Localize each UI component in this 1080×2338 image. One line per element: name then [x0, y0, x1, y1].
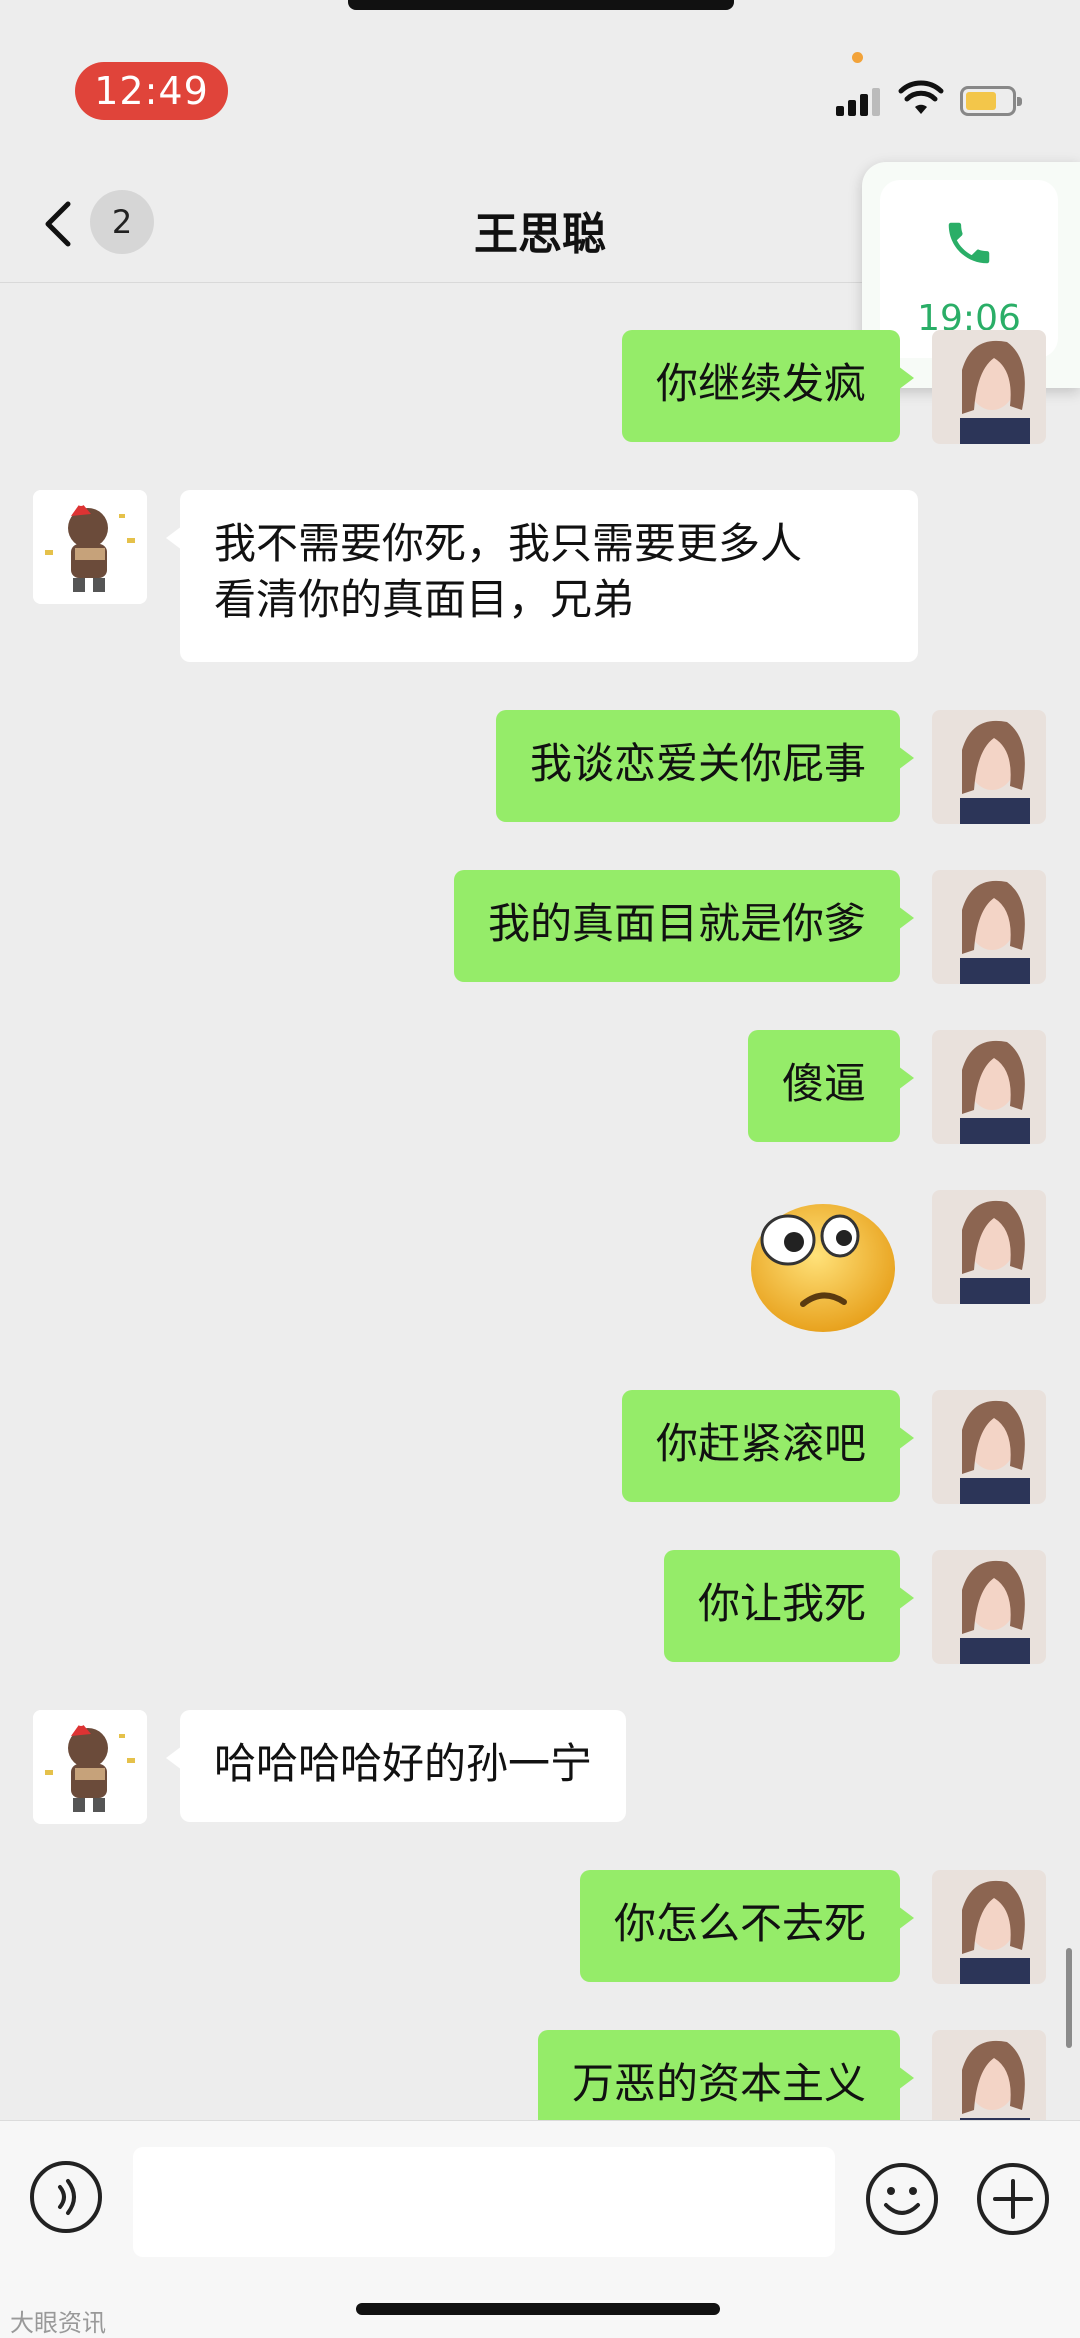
voice-input-icon[interactable]: [30, 2161, 102, 2233]
message-bubble[interactable]: 傻逼: [747, 1030, 915, 1142]
message-bubble[interactable]: 你怎么不去死: [579, 1870, 915, 1982]
message-bubble[interactable]: 我的真面目就是你爹: [453, 870, 915, 982]
contact-avatar[interactable]: [33, 1710, 147, 1824]
message-bubble[interactable]: 你继续发疯: [621, 330, 915, 442]
my-avatar[interactable]: [932, 870, 1046, 984]
cellular-signal-icon: [836, 88, 886, 116]
phone-icon: [948, 222, 990, 264]
my-avatar[interactable]: [932, 2030, 1046, 2120]
message-bubble[interactable]: 哈哈哈哈好的孙一宁: [165, 1710, 627, 1822]
message-bubble[interactable]: 你赶紧滚吧: [621, 1390, 915, 1502]
status-time[interactable]: 12:49: [75, 62, 228, 120]
message-input[interactable]: [133, 2147, 835, 2257]
my-avatar[interactable]: [932, 1030, 1046, 1144]
wifi-icon: [898, 80, 944, 114]
my-avatar[interactable]: [932, 330, 1046, 444]
my-avatar[interactable]: [932, 1190, 1046, 1304]
privacy-indicator-dot: [852, 52, 863, 63]
worried-face-sticker[interactable]: [748, 1196, 898, 1336]
message-list[interactable]: 你继续发疯 我不需要你死，我只需要更多人 看清你的真面目，兄弟 我谈恋爱关你屁事…: [0, 283, 1080, 2120]
message-bubble[interactable]: 万恶的资本主义: [537, 2030, 915, 2120]
my-avatar[interactable]: [932, 1870, 1046, 1984]
message-bubble[interactable]: 你让我死: [663, 1550, 915, 1662]
emoji-icon[interactable]: [864, 2161, 940, 2237]
contact-avatar[interactable]: [33, 490, 147, 604]
battery-icon: [960, 86, 1022, 116]
home-indicator: [356, 2303, 720, 2315]
status-bar: 12:49: [0, 0, 1080, 150]
my-avatar[interactable]: [932, 1390, 1046, 1504]
my-avatar[interactable]: [932, 1550, 1046, 1664]
scrollbar[interactable]: [1066, 1948, 1072, 2048]
message-bubble[interactable]: 我不需要你死，我只需要更多人 看清你的真面目，兄弟: [166, 490, 918, 662]
watermark: 大眼资讯: [10, 2309, 106, 2337]
plus-icon[interactable]: [975, 2161, 1051, 2237]
my-avatar[interactable]: [932, 710, 1046, 824]
message-bubble[interactable]: 我谈恋爱关你屁事: [495, 710, 915, 822]
